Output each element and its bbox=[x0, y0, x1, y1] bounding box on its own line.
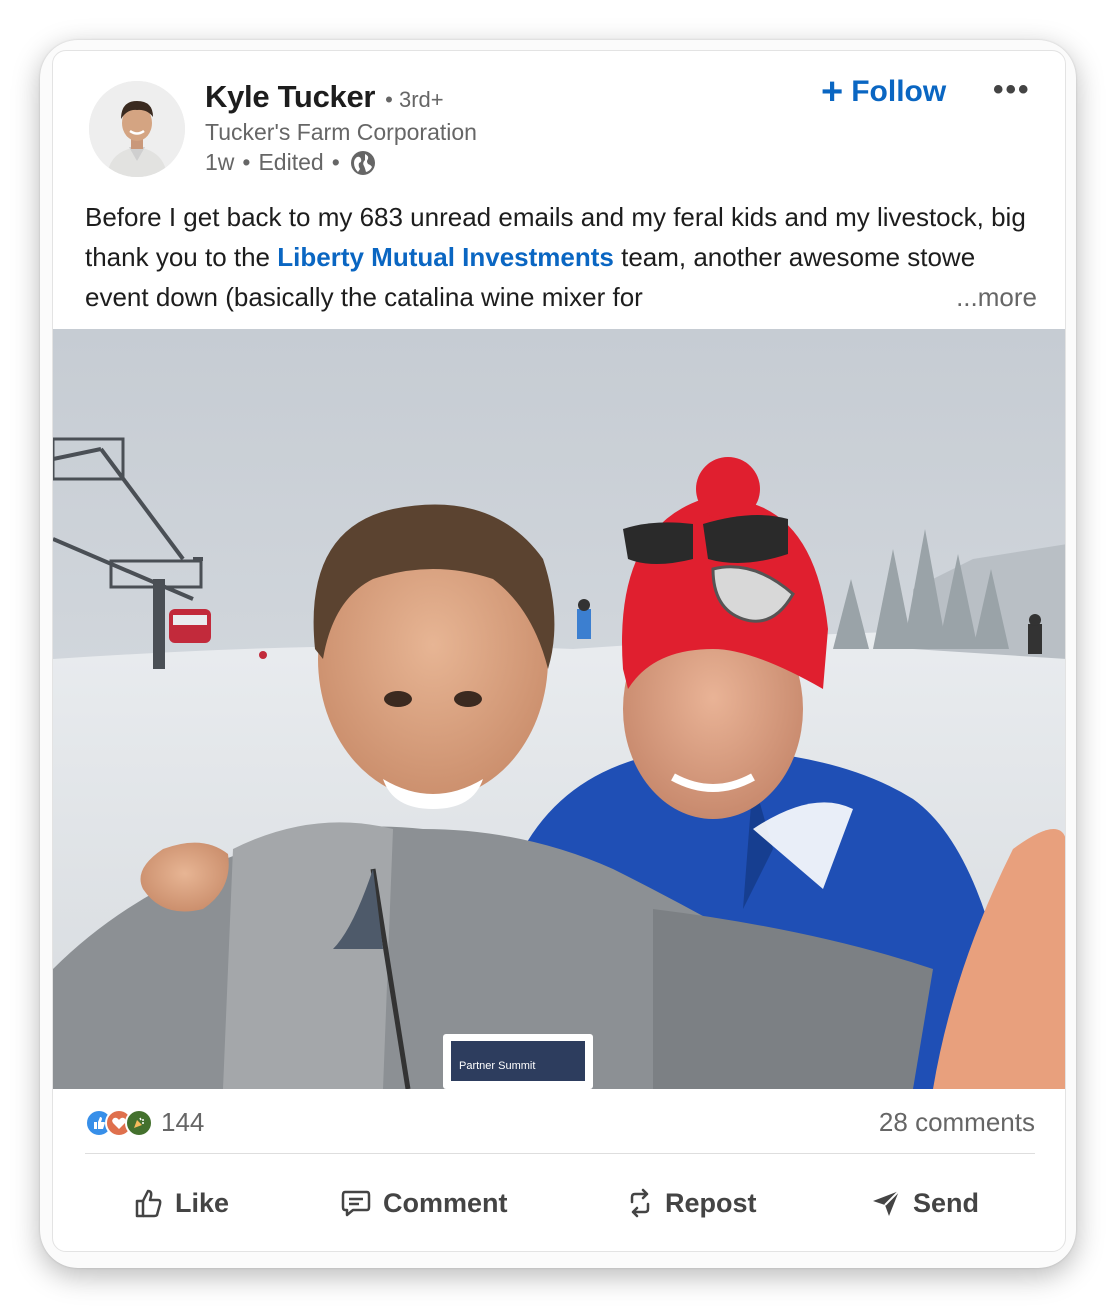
plus-icon: + bbox=[821, 71, 844, 113]
celebrate-icon bbox=[125, 1108, 153, 1137]
post-photo[interactable]: Partner Summit bbox=[53, 329, 1066, 1089]
badge-text: Partner Summit bbox=[459, 1060, 535, 1072]
comment-icon bbox=[341, 1190, 371, 1217]
comment-label: Comment bbox=[383, 1187, 508, 1218]
author-company: Tucker's Farm Corporation bbox=[205, 119, 477, 145]
like-label: Like bbox=[175, 1187, 230, 1218]
repost-button[interactable]: Repost bbox=[627, 1173, 757, 1233]
post-edited: Edited bbox=[258, 149, 324, 175]
follow-button[interactable]: + Follow bbox=[821, 73, 946, 111]
comments-count[interactable]: 28 comments bbox=[879, 1107, 1035, 1138]
author-name[interactable]: Kyle Tucker bbox=[205, 79, 375, 115]
connection-degree: • 3rd+ bbox=[385, 87, 444, 112]
meta-separator: • bbox=[331, 149, 340, 175]
meta-separator: • bbox=[242, 149, 251, 175]
comment-button[interactable]: Comment bbox=[341, 1173, 508, 1233]
post-body: Before I get back to my 683 unread email… bbox=[85, 197, 1045, 317]
post-time: 1w bbox=[205, 149, 235, 175]
reactions-summary[interactable]: 144 bbox=[85, 1107, 204, 1138]
reaction-count: 144 bbox=[161, 1107, 205, 1137]
repost-icon bbox=[630, 1188, 650, 1218]
more-options-icon[interactable]: ••• bbox=[993, 73, 1031, 107]
globe-icon bbox=[350, 150, 375, 175]
action-bar: Like Comment Repost Send bbox=[85, 1173, 1035, 1233]
thumbs-up-icon bbox=[135, 1189, 162, 1218]
reaction-stats: 144 28 comments bbox=[85, 1103, 1035, 1143]
mention-link[interactable]: Liberty Mutual Investments bbox=[277, 242, 614, 272]
author-avatar[interactable] bbox=[89, 81, 185, 177]
send-icon bbox=[873, 1190, 900, 1216]
divider bbox=[85, 1153, 1035, 1154]
follow-label: Follow bbox=[851, 75, 947, 108]
repost-label: Repost bbox=[665, 1187, 757, 1218]
post-card: Kyle Tucker • 3rd+ Tucker's Farm Corpora… bbox=[52, 50, 1066, 1252]
post-meta: 1w • Edited • bbox=[205, 149, 376, 176]
send-button[interactable]: Send bbox=[871, 1173, 979, 1233]
see-more-link[interactable]: ...more bbox=[938, 277, 1037, 317]
send-label: Send bbox=[913, 1187, 980, 1218]
like-button[interactable]: Like bbox=[135, 1173, 229, 1233]
